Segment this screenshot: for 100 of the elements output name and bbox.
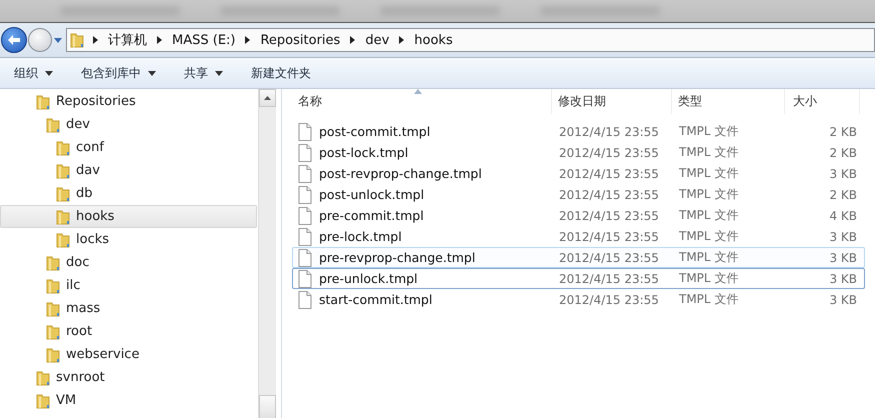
toolbar-button[interactable]: 共享 [176, 60, 231, 86]
chevron-right-icon [93, 36, 98, 44]
folder-icon [56, 186, 70, 202]
file-icon [298, 186, 312, 204]
tree-item[interactable]: dav [0, 159, 257, 182]
scroll-up-button[interactable] [259, 89, 276, 107]
toolbar-button[interactable]: 新建文件夹 [243, 60, 319, 86]
file-row[interactable]: pre-lock.tmpl 2012/4/15 23:55 TMPL 文件 3 KB [292, 226, 865, 247]
file-icon [298, 270, 312, 288]
file-icon [298, 290, 312, 308]
file-row[interactable]: pre-unlock.tmpl 2012/4/15 23:55 TMPL 文件 3 KB [292, 268, 865, 289]
chevron-right-icon [245, 36, 250, 44]
tree-item[interactable]: hooks [0, 205, 257, 228]
file-name: post-unlock.tmpl [319, 187, 424, 202]
file-name: post-lock.tmpl [319, 145, 408, 160]
file-icon [298, 248, 312, 266]
tree-item[interactable]: conf [0, 136, 257, 159]
scroll-thumb[interactable] [259, 395, 276, 418]
column-header[interactable]: 类型 [672, 89, 785, 114]
toolbar-button[interactable]: 包含到库中 [73, 60, 164, 86]
tree-item[interactable]: db [0, 182, 257, 205]
file-row[interactable]: pre-revprop-change.tmpl 2012/4/15 23:55 TMPL 文件 3 KB [292, 247, 865, 268]
toolbar-button[interactable]: 组织 [6, 60, 61, 86]
breadcrumb[interactable]: MASS (E:) [171, 32, 236, 48]
file-row[interactable]: pre-commit.tmpl 2012/4/15 23:55 TMPL 文件 4 KB [292, 205, 865, 226]
folder-icon [46, 254, 60, 270]
breadcrumb[interactable]: dev [364, 32, 390, 48]
file-type: TMPL 文件 [679, 292, 738, 306]
folder-icon [36, 392, 50, 408]
tree-item[interactable]: mass [0, 297, 257, 320]
folder-icon [46, 278, 60, 294]
file-size: 3 KB [829, 230, 857, 244]
modified-date: 2012/4/15 23:55 [559, 146, 659, 160]
tree-item[interactable]: root [0, 320, 257, 343]
modified-date: 2012/4/15 23:55 [559, 188, 659, 202]
file-type: TMPL 文件 [679, 271, 738, 285]
chevron-right-icon [399, 36, 404, 44]
tree-item[interactable]: dev [0, 113, 257, 136]
file-type: TMPL 文件 [679, 208, 738, 222]
tree-item[interactable]: svnroot [0, 366, 257, 389]
address-bar[interactable]: 计算机 MASS (E:) Repositories dev hooks [66, 28, 875, 52]
file-row[interactable]: post-revprop-change.tmpl 2012/4/15 23:55 TMPL 文件 3 KB [292, 163, 865, 184]
folder-icon [56, 162, 70, 178]
folder-icon [46, 324, 60, 340]
modified-date: 2012/4/15 23:55 [559, 124, 659, 138]
folder-icon [56, 232, 70, 248]
modified-date: 2012/4/15 23:55 [559, 272, 659, 286]
folder-icon [70, 32, 84, 48]
file-size: 2 KB [829, 146, 857, 160]
scrollbar[interactable] [258, 89, 276, 418]
chevron-right-icon [157, 36, 162, 44]
dropdown-icon[interactable] [54, 38, 62, 42]
column-header[interactable]: 名称 [292, 89, 552, 114]
modified-date: 2012/4/15 23:55 [559, 230, 659, 244]
caret-icon [148, 70, 156, 76]
breadcrumb[interactable]: hooks [413, 32, 454, 48]
file-row[interactable]: post-commit.tmpl 2012/4/15 23:55 TMPL 文件 2 KB [292, 121, 865, 142]
modified-date: 2012/4/15 23:55 [559, 292, 659, 306]
file-icon [298, 228, 312, 246]
chevron-right-icon [350, 36, 356, 44]
file-size: 3 KB [829, 250, 857, 264]
file-name: pre-revprop-change.tmpl [319, 250, 476, 265]
file-type: TMPL 文件 [679, 166, 738, 180]
column-header[interactable]: 修改日期 [552, 89, 672, 114]
tree-item[interactable]: webservice [0, 343, 257, 366]
tree-item[interactable]: doc [0, 251, 257, 274]
file-size: 3 KB [829, 272, 857, 286]
file-name: post-revprop-change.tmpl [319, 166, 482, 181]
file-row[interactable]: post-unlock.tmpl 2012/4/15 23:55 TMPL 文件 2 KB [292, 184, 865, 205]
file-type: TMPL 文件 [679, 145, 738, 159]
file-row[interactable]: post-lock.tmpl 2012/4/15 23:55 TMPL 文件 2 KB [292, 142, 865, 163]
file-row[interactable]: start-commit.tmpl 2012/4/15 23:55 TMPL 文件 3 KB [292, 289, 865, 310]
file-icon [298, 144, 312, 162]
caret-icon [215, 70, 223, 76]
file-icon [298, 164, 312, 182]
file-size: 3 KB [829, 166, 857, 180]
folder-icon [46, 116, 60, 132]
file-name: post-commit.tmpl [319, 124, 430, 139]
breadcrumb[interactable]: Repositories [259, 32, 342, 48]
tree-item[interactable]: VM [0, 389, 257, 412]
back-button[interactable] [1, 27, 27, 53]
folder-icon [56, 140, 70, 156]
tree-item[interactable]: ilc [0, 274, 257, 297]
caret-icon [45, 70, 53, 76]
folder-icon [56, 208, 70, 224]
file-type: TMPL 文件 [679, 187, 738, 201]
file-name: pre-commit.tmpl [319, 208, 424, 223]
file-size: 3 KB [829, 292, 857, 306]
file-size: 2 KB [829, 188, 857, 202]
column-header[interactable]: 大小 [785, 89, 860, 114]
arrow-up-icon [264, 96, 271, 100]
file-icon [298, 206, 312, 224]
file-type: TMPL 文件 [679, 124, 738, 138]
file-type: TMPL 文件 [679, 229, 738, 243]
file-size: 2 KB [829, 124, 857, 138]
tree-item[interactable]: Repositories [0, 90, 257, 113]
folder-icon [46, 346, 60, 362]
tree-item[interactable]: locks [0, 228, 257, 251]
breadcrumb[interactable]: 计算机 [107, 31, 148, 49]
file-name: pre-unlock.tmpl [319, 271, 418, 286]
